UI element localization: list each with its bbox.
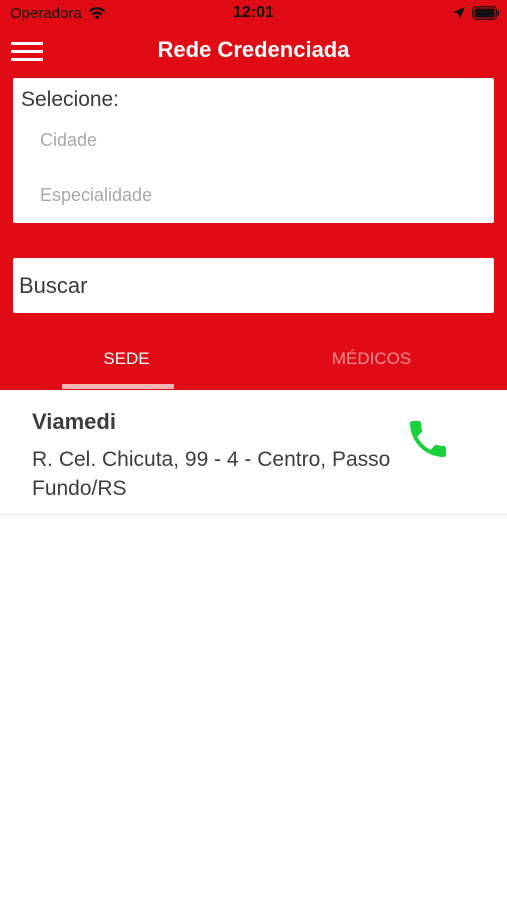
provider-address: R. Cel. Chicuta, 99 - 4 - Centro, Passo … xyxy=(32,448,391,500)
specialty-field[interactable]: Especialidade xyxy=(40,185,480,211)
status-bar: Operadora 12:01 xyxy=(0,0,507,28)
provider-name: Viamedi xyxy=(32,409,116,434)
city-field[interactable]: Cidade xyxy=(40,130,480,156)
location-arrow-icon xyxy=(453,7,465,19)
active-tab-indicator xyxy=(62,384,174,389)
list-item[interactable]: Viamedi R. Cel. Chicuta, 99 - 4 - Centro… xyxy=(0,390,507,515)
select-label: Selecione: xyxy=(21,88,120,111)
clock: 12:01 xyxy=(233,4,274,21)
tab-medicos[interactable]: MÉDICOS xyxy=(245,349,498,369)
tab-sede[interactable]: SEDE xyxy=(0,349,253,369)
search-input[interactable] xyxy=(19,271,484,301)
page-title: Rede Credenciada xyxy=(157,37,350,62)
search-box xyxy=(13,258,494,313)
filter-card: Selecione: Cidade Especialidade xyxy=(13,78,494,223)
phone-icon[interactable] xyxy=(404,415,452,463)
battery-icon xyxy=(472,6,500,20)
